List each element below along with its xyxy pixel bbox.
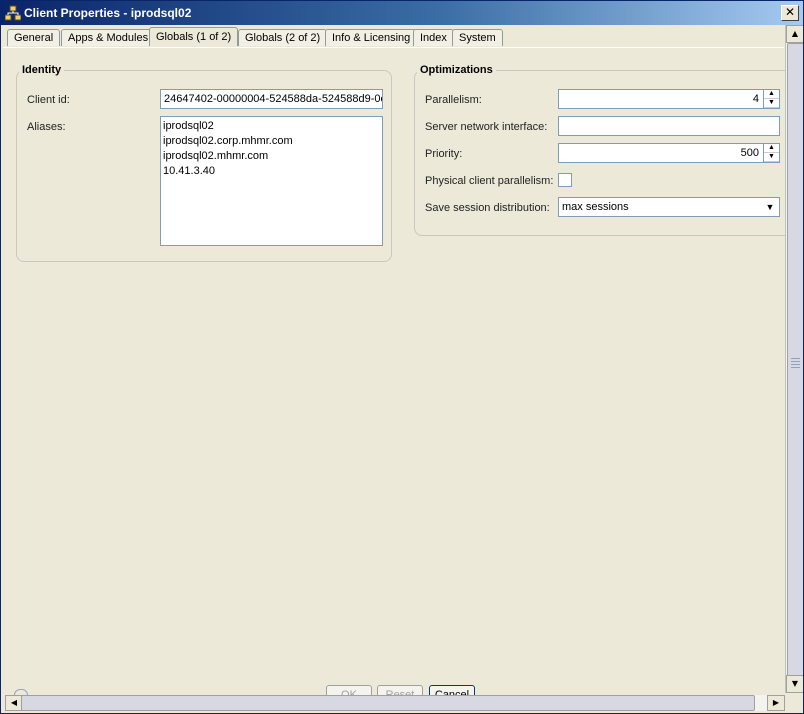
spin-down-icon[interactable]: ▼ — [764, 99, 779, 108]
aliases-list[interactable]: iprodsql02 iprodsql02.corp.mhmr.com ipro… — [160, 116, 383, 246]
parallelism-spinner[interactable]: 4 ▲ ▼ — [558, 89, 780, 109]
spin-up-icon[interactable]: ▲ — [764, 144, 779, 153]
client-id-label: Client id: — [27, 94, 70, 106]
priority-spinner[interactable]: 500 ▲ ▼ — [558, 143, 780, 163]
optimizations-title: Optimizations — [417, 64, 496, 76]
client-properties-window: Client Properties - iprodsql02 ✕ General… — [0, 0, 804, 714]
priority-spin-buttons[interactable]: ▲ ▼ — [763, 144, 779, 162]
tab-system[interactable]: System — [452, 29, 503, 46]
tab-general[interactable]: General — [7, 29, 61, 46]
tab-globals-1[interactable]: Globals (1 of 2) — [149, 27, 239, 46]
alias-item[interactable]: iprodsql02 — [163, 119, 380, 134]
spin-up-icon[interactable]: ▲ — [764, 90, 779, 99]
reset-button[interactable]: Reset — [377, 685, 423, 695]
tab-globals-2[interactable]: Globals (2 of 2) — [238, 29, 328, 46]
scroll-right-icon[interactable]: ▶ — [767, 695, 785, 711]
network-clients-icon — [5, 5, 21, 21]
alias-item[interactable]: 10.41.3.40 — [163, 164, 380, 179]
vertical-scroll-thumb[interactable] — [787, 43, 803, 683]
physical-parallelism-checkbox[interactable] — [558, 173, 572, 187]
tab-index[interactable]: Index — [413, 29, 454, 46]
server-nic-field[interactable] — [558, 116, 780, 136]
window-title: Client Properties - iprodsql02 — [24, 6, 192, 20]
alias-item[interactable]: iprodsql02.mhmr.com — [163, 149, 380, 164]
dropdown-arrow-icon[interactable]: ▼ — [763, 200, 777, 214]
spin-down-icon[interactable]: ▼ — [764, 153, 779, 162]
close-button[interactable]: ✕ — [781, 5, 799, 21]
priority-label: Priority: — [425, 148, 463, 160]
priority-value: 500 — [740, 147, 759, 159]
button-row: OK Reset Cancel — [1, 681, 785, 695]
client-id-field[interactable]: 24647402-00000004-524588da-524588d9-0c — [160, 89, 383, 109]
horizontal-scrollbar[interactable]: ◀ ▶ — [5, 695, 785, 711]
tab-content: Identity Client id: 24647402-00000004-52… — [3, 47, 794, 680]
horizontal-scroll-thumb[interactable] — [21, 695, 755, 711]
alias-item[interactable]: iprodsql02.corp.mhmr.com — [163, 134, 380, 149]
scroll-down-icon[interactable]: ▼ — [786, 675, 803, 693]
identity-title: Identity — [19, 64, 65, 76]
title-bar[interactable]: Client Properties - iprodsql02 ✕ — [1, 1, 803, 25]
physical-parallelism-label: Physical client parallelism: — [425, 175, 554, 187]
scroll-up-icon[interactable]: ▲ — [786, 25, 803, 43]
save-session-select[interactable]: max sessions ▼ — [558, 197, 780, 217]
parallelism-value: 4 — [752, 93, 759, 105]
cancel-button[interactable]: Cancel — [429, 685, 475, 695]
parallelism-spin-buttons[interactable]: ▲ ▼ — [763, 90, 779, 108]
vertical-scrollbar[interactable]: ▲ ▼ — [785, 25, 803, 693]
tab-info-licensing[interactable]: Info & Licensing — [325, 29, 418, 46]
aliases-label: Aliases: — [27, 121, 66, 133]
tab-apps-modules[interactable]: Apps & Modules — [61, 29, 156, 46]
ok-button[interactable]: OK — [326, 685, 372, 695]
parallelism-label: Parallelism: — [425, 94, 482, 106]
save-session-label: Save session distribution: — [425, 202, 550, 214]
save-session-value: max sessions — [562, 201, 629, 213]
server-nic-label: Server network interface: — [425, 121, 548, 133]
